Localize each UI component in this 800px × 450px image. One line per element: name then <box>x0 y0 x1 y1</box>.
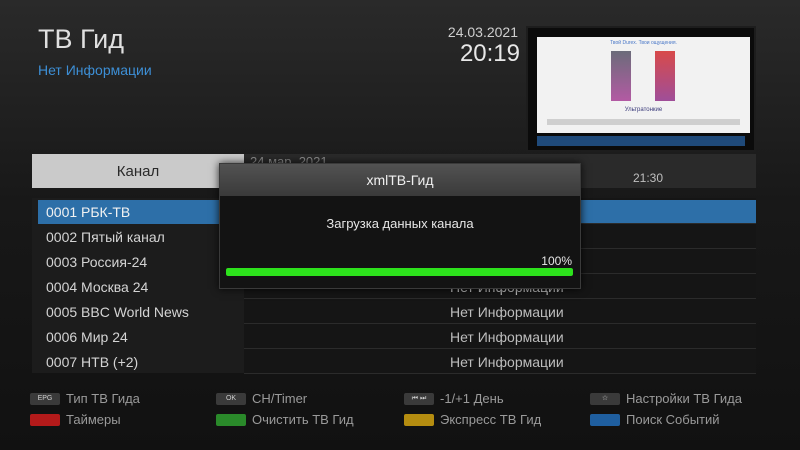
remote-key-dark-icon: ☆ <box>590 392 620 405</box>
timeline-time-slot: 21:30 <box>633 171 664 185</box>
current-date: 24.03.2021 <box>447 24 518 40</box>
remote-key-red-icon <box>30 413 60 426</box>
channel-row[interactable]: 0004 Москва 24 <box>32 275 244 299</box>
channel-row[interactable]: 0005 BBC World News <box>32 300 244 324</box>
channel-row[interactable]: 0007 НТВ (+2) <box>32 350 244 374</box>
footer-item-label: Экспресс ТВ Гид <box>440 412 542 427</box>
product-pack-image <box>611 51 631 101</box>
channel-row[interactable]: 0003 Россия-24 <box>32 250 244 274</box>
footer-item[interactable]: EPG Тип ТВ Гида <box>30 391 140 406</box>
remote-key-dark-icon: ⏮ ⏭ <box>404 392 434 405</box>
program-info: Нет Информации <box>38 62 152 78</box>
preview-ticker <box>537 136 745 146</box>
epg-row[interactable]: Нет Информации <box>244 300 756 324</box>
remote-key-green-icon <box>216 413 246 426</box>
preview-ad-caption: Ультратонкие <box>624 107 663 113</box>
remote-key-yellow-icon <box>404 413 434 426</box>
epg-row[interactable]: Нет Информации <box>244 325 756 349</box>
footer-item-label: Тип ТВ Гида <box>66 391 140 406</box>
footer-item[interactable]: Таймеры <box>30 412 121 427</box>
video-preview: Твой Durex. Твои ощущения. Ультратонкие <box>526 26 756 152</box>
footer-item[interactable]: Поиск Событий <box>590 412 720 427</box>
page-title: ТВ Гид <box>38 24 124 54</box>
loading-dialog: xmlTB-Гид Загрузка данных канала 100% <box>219 163 581 289</box>
preview-ad-frame: Твой Durex. Твои ощущения. Ультратонкие <box>537 37 750 133</box>
current-time: 20:19 <box>459 40 520 67</box>
footer-item-label: Настройки ТВ Гида <box>626 391 742 406</box>
remote-key-blue-icon <box>590 413 620 426</box>
channel-row[interactable]: 0006 Мир 24 <box>32 325 244 349</box>
progress-fill <box>226 268 573 276</box>
remote-key-dark-icon: EPG <box>30 392 60 405</box>
channel-row[interactable]: 0002 Пятый канал <box>32 225 244 249</box>
preview-ad-headline: Твой Durex. Твои ощущения. <box>610 40 677 46</box>
footer-item-label: Поиск Событий <box>626 412 720 427</box>
footer-item[interactable]: ⏮ ⏭ -1/+1 День <box>404 391 504 406</box>
channel-row[interactable]: 0001 РБК-ТВ <box>38 200 244 224</box>
preview-ad-fineprint <box>547 119 740 125</box>
progress-percent: 100% <box>541 254 572 268</box>
product-pack-image <box>655 51 675 101</box>
footer-item-label: Очистить ТВ Гид <box>252 412 354 427</box>
footer-item-label: -1/+1 День <box>440 391 504 406</box>
channel-column-header: Канал <box>32 154 244 188</box>
progress-bar <box>226 268 573 276</box>
epg-row[interactable]: Нет Информации <box>244 350 756 374</box>
footer-item[interactable]: ☆ Настройки ТВ Гида <box>590 391 742 406</box>
footer-item-label: CH/Timer <box>252 391 308 406</box>
channel-list: 0001 РБК-ТВ 0002 Пятый канал 0003 Россия-2… <box>32 198 244 373</box>
dialog-title: xmlTB-Гид <box>220 164 580 196</box>
footer-item[interactable]: OK CH/Timer <box>216 391 307 406</box>
dialog-message: Загрузка данных канала <box>326 216 474 231</box>
footer-item[interactable]: Экспресс ТВ Гид <box>404 412 541 427</box>
remote-key-dark-icon: OK <box>216 392 246 405</box>
footer-item[interactable]: Очистить ТВ Гид <box>216 412 354 427</box>
footer-item-label: Таймеры <box>66 412 121 427</box>
